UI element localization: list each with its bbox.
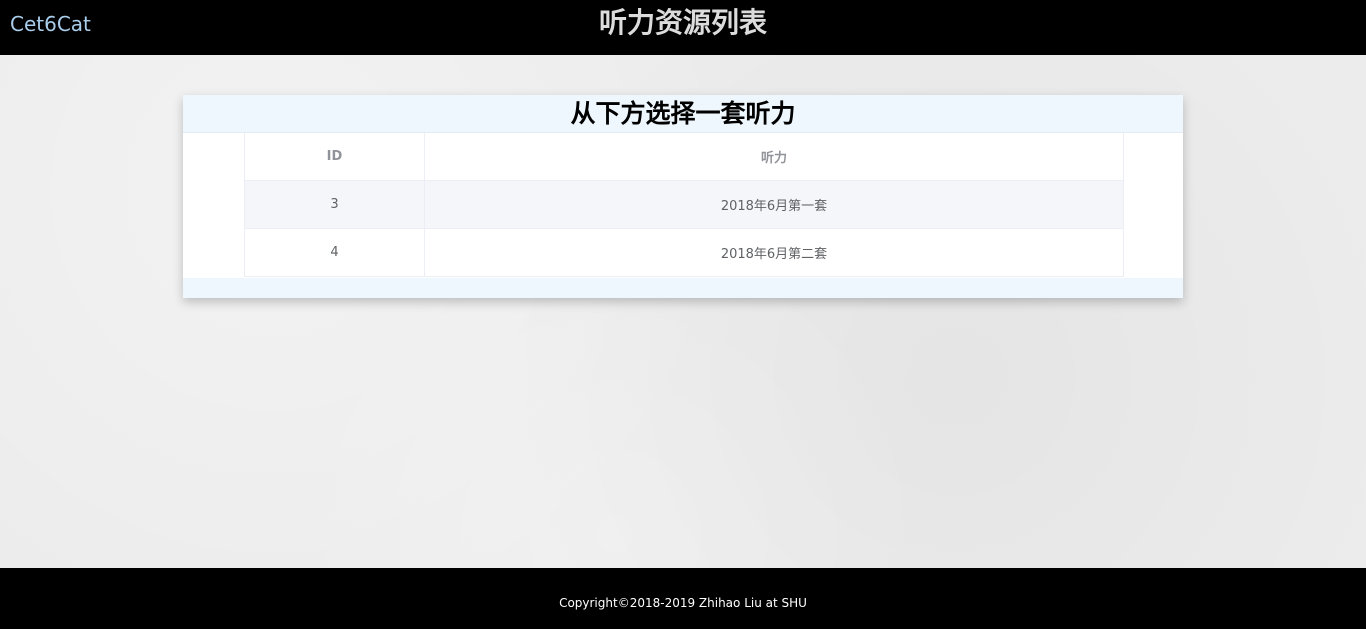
row-name-cell: 2018年6月第一套 — [424, 180, 1124, 229]
copyright-text: Copyright©2018-2019 Zhihao Liu at SHU — [559, 596, 807, 610]
row-name-cell: 2018年6月第二套 — [424, 228, 1124, 277]
listening-table: ID 听力 3 2018年6月第一套 4 2018年6月第二套 — [244, 133, 1124, 277]
column-header-id: ID — [244, 133, 425, 181]
page-footer: Copyright©2018-2019 Zhihao Liu at SHU — [0, 568, 1366, 629]
top-bar: Cet6Cat 听力资源列表 — [0, 0, 1366, 55]
column-header-listening: 听力 — [424, 133, 1124, 181]
listening-list-card: 从下方选择一套听力 ID 听力 3 2018年6月第一套 4 2018年6月第二… — [183, 95, 1183, 298]
page-title: 听力资源列表 — [598, 6, 767, 39]
row-id-cell: 3 — [244, 180, 425, 229]
card-footer — [183, 278, 1183, 298]
card-title: 从下方选择一套听力 — [570, 99, 796, 128]
table-row[interactable]: 4 2018年6月第二套 — [244, 228, 1124, 277]
table-header-row: ID 听力 — [244, 133, 1124, 181]
card-header: 从下方选择一套听力 — [183, 95, 1183, 133]
table-row[interactable]: 3 2018年6月第一套 — [244, 180, 1124, 229]
listening-table-wrapper: ID 听力 3 2018年6月第一套 4 2018年6月第二套 — [244, 133, 1124, 277]
row-id-cell: 4 — [244, 228, 425, 277]
